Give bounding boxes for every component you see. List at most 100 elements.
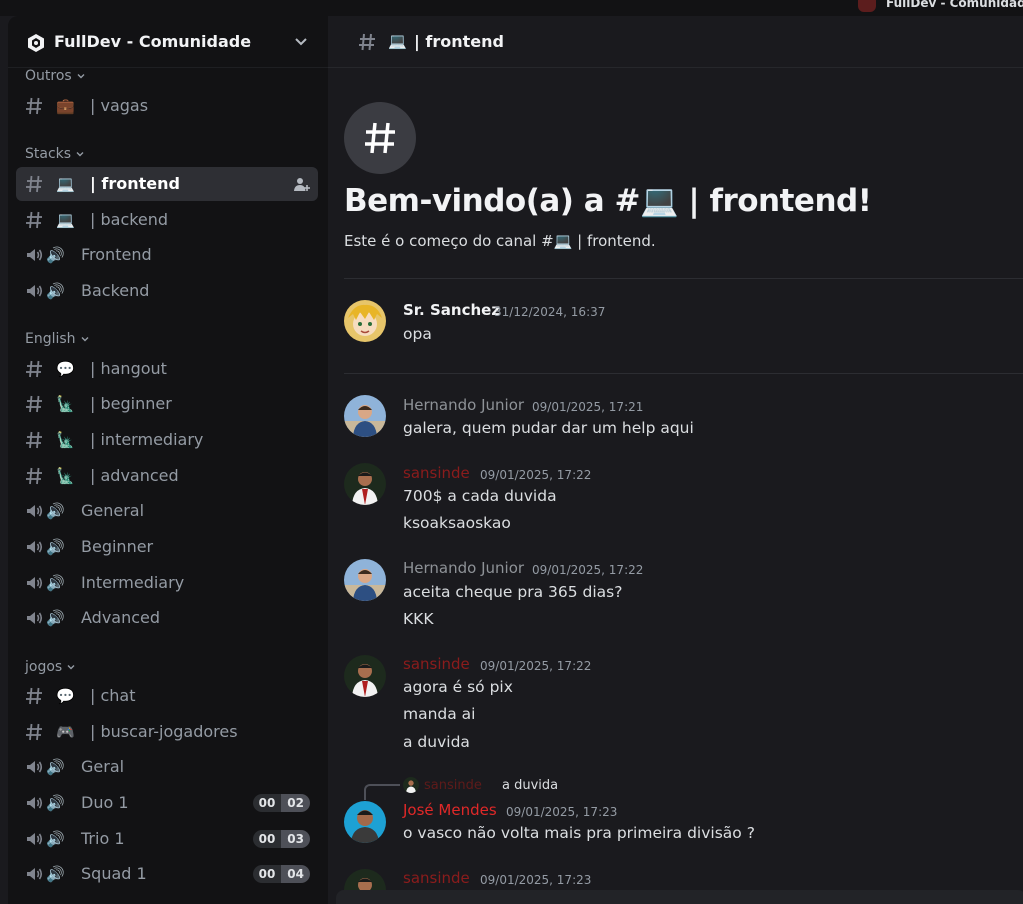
- avatar[interactable]: [344, 463, 386, 505]
- server-header[interactable]: FullDev - Comunidade: [8, 16, 328, 68]
- voice-channel-squad-1[interactable]: 🔊 Squad 1 00 04: [16, 857, 318, 891]
- speaker-icon: [27, 761, 43, 773]
- speaker-icon: [27, 833, 43, 845]
- speaker-icon: 🔊: [46, 246, 65, 264]
- voice-channel-duo-1[interactable]: 🔊 Duo 1 00 02: [16, 786, 318, 820]
- channel-list: Outros 💼 | vagas Stacks 💻 | frontend 💻 | ba…: [8, 68, 328, 904]
- welcome-sub-suffix: | frontend.: [572, 232, 656, 250]
- message-text: galera, quem pudar dar um help aqui: [403, 419, 694, 437]
- message-text: manda ai: [403, 705, 476, 723]
- channel-label: | backend: [90, 210, 169, 229]
- channel-label: Squad 1: [81, 864, 147, 883]
- speaker-icon: 🔊: [46, 502, 65, 520]
- reply-avatar[interactable]: [403, 777, 419, 793]
- hash-icon: [26, 395, 42, 413]
- avatar[interactable]: [344, 300, 386, 342]
- window-server-icon: [858, 0, 876, 12]
- hash-icon: [26, 723, 42, 741]
- channel-welcome-icon: [344, 102, 416, 174]
- message-text: ksoaksaoskao: [403, 514, 511, 532]
- category-jogos[interactable]: jogos: [25, 659, 76, 675]
- message-text: a duvida: [403, 733, 470, 751]
- channel-label: General: [81, 501, 145, 520]
- speaker-icon: 🔊: [46, 282, 65, 300]
- chat-area: 💻 | frontend Bem-vindo(a) a # 💻 | fronten…: [328, 16, 1023, 904]
- chevron-down-icon[interactable]: [292, 33, 310, 51]
- voice-channel-beginner[interactable]: 🔊 Beginner: [16, 530, 318, 564]
- channel-advanced[interactable]: 🗽 | advanced: [16, 459, 318, 493]
- speaker-icon: [27, 868, 43, 880]
- avatar[interactable]: [344, 559, 386, 601]
- message-composer[interactable]: [336, 890, 1023, 904]
- channel-emoji: 🎮: [56, 723, 75, 741]
- speaker-icon: 🔊: [46, 574, 65, 592]
- avatar[interactable]: [344, 801, 386, 843]
- speaker-icon: [27, 285, 43, 297]
- category-english[interactable]: English: [25, 331, 90, 347]
- channel-emoji: 💻: [56, 211, 75, 229]
- channel-backend[interactable]: 💻 | backend: [16, 203, 318, 237]
- channel-emoji: 🗽: [56, 395, 75, 413]
- voice-channel-backend[interactable]: 🔊 Backend: [16, 274, 318, 308]
- channel-beginner[interactable]: 🗽 | beginner: [16, 387, 318, 421]
- message-author[interactable]: sansinde: [403, 655, 470, 673]
- user-limit-badge: 00 02: [252, 794, 310, 812]
- voice-channel-general[interactable]: 🔊 General: [16, 494, 318, 528]
- message-author[interactable]: sansinde: [403, 464, 470, 482]
- hash-icon: [26, 360, 42, 378]
- window-title: FullDev - Comunidade: [858, 0, 1023, 12]
- hash-icon: [365, 122, 395, 154]
- welcome-title-prefix: Bem-vindo(a) a #: [344, 183, 640, 219]
- message-author[interactable]: José Mendes: [403, 801, 497, 819]
- voice-channel-intermediary[interactable]: 🔊 Intermediary: [16, 566, 318, 600]
- laptop-emoji: 💻: [388, 32, 407, 50]
- voice-channel-geral[interactable]: 🔊 Geral: [16, 750, 318, 784]
- category-label: Outros: [25, 68, 72, 84]
- category-stacks[interactable]: Stacks: [25, 146, 85, 162]
- avatar[interactable]: [344, 655, 386, 697]
- hash-icon: [26, 211, 42, 229]
- hash-icon: [26, 97, 42, 115]
- channel-hangout[interactable]: 💬 | hangout: [16, 352, 318, 386]
- message-author[interactable]: sansinde: [403, 869, 470, 887]
- user-count: 00: [252, 830, 282, 848]
- speaker-icon: 🔊: [46, 758, 65, 776]
- channel-vagas[interactable]: 💼 | vagas: [16, 89, 318, 123]
- voice-channel-trio-1[interactable]: 🔊 Trio 1 00 03: [16, 822, 318, 856]
- channel-label: | hangout: [90, 359, 167, 378]
- speaker-icon: 🔊: [46, 794, 65, 812]
- speaker-icon: 🔊: [46, 609, 65, 627]
- category-outros[interactable]: Outros: [25, 68, 86, 84]
- channel-emoji: 🗽: [56, 431, 75, 449]
- channel-label: | intermediary: [90, 430, 204, 449]
- server-logo-icon: [28, 34, 44, 52]
- reply-preview[interactable]: a duvida: [502, 778, 558, 793]
- channel-intermediary[interactable]: 🗽 | intermediary: [16, 423, 318, 457]
- hash-icon: [359, 33, 375, 51]
- user-count: 00: [252, 865, 282, 883]
- voice-channel-advanced[interactable]: 🔊 Advanced: [16, 601, 318, 635]
- message-author[interactable]: Sr. Sanchez: [403, 301, 500, 319]
- user-limit-badge: 00 03: [252, 830, 310, 848]
- message-author[interactable]: Hernando Junior: [403, 559, 524, 577]
- avatar[interactable]: [344, 395, 386, 437]
- message-author[interactable]: Hernando Junior: [403, 396, 524, 414]
- reply-author[interactable]: sansinde: [424, 778, 482, 793]
- reply-connector: [364, 784, 400, 800]
- channel-label: | chat: [90, 686, 136, 705]
- speaker-icon: [27, 797, 43, 809]
- speaker-icon: [27, 541, 43, 553]
- channel-chat[interactable]: 💬 | chat: [16, 679, 318, 713]
- channel-header-title: | frontend: [414, 32, 504, 51]
- user-limit-badge: 00 04: [252, 865, 310, 883]
- channel-buscar-jogadores[interactable]: 🎮 | buscar-jogadores: [16, 715, 318, 749]
- welcome-title-suffix: | frontend!: [678, 183, 872, 219]
- hash-icon: [26, 431, 42, 449]
- add-member-icon[interactable]: [293, 176, 310, 193]
- channel-frontend[interactable]: 💻 | frontend: [16, 167, 318, 201]
- channel-header: 💻 | frontend: [328, 16, 1023, 68]
- category-label: Stacks: [25, 146, 72, 162]
- channel-label: | frontend: [90, 174, 180, 193]
- voice-channel-frontend[interactable]: 🔊 Frontend: [16, 238, 318, 272]
- channel-label: Backend: [81, 281, 150, 300]
